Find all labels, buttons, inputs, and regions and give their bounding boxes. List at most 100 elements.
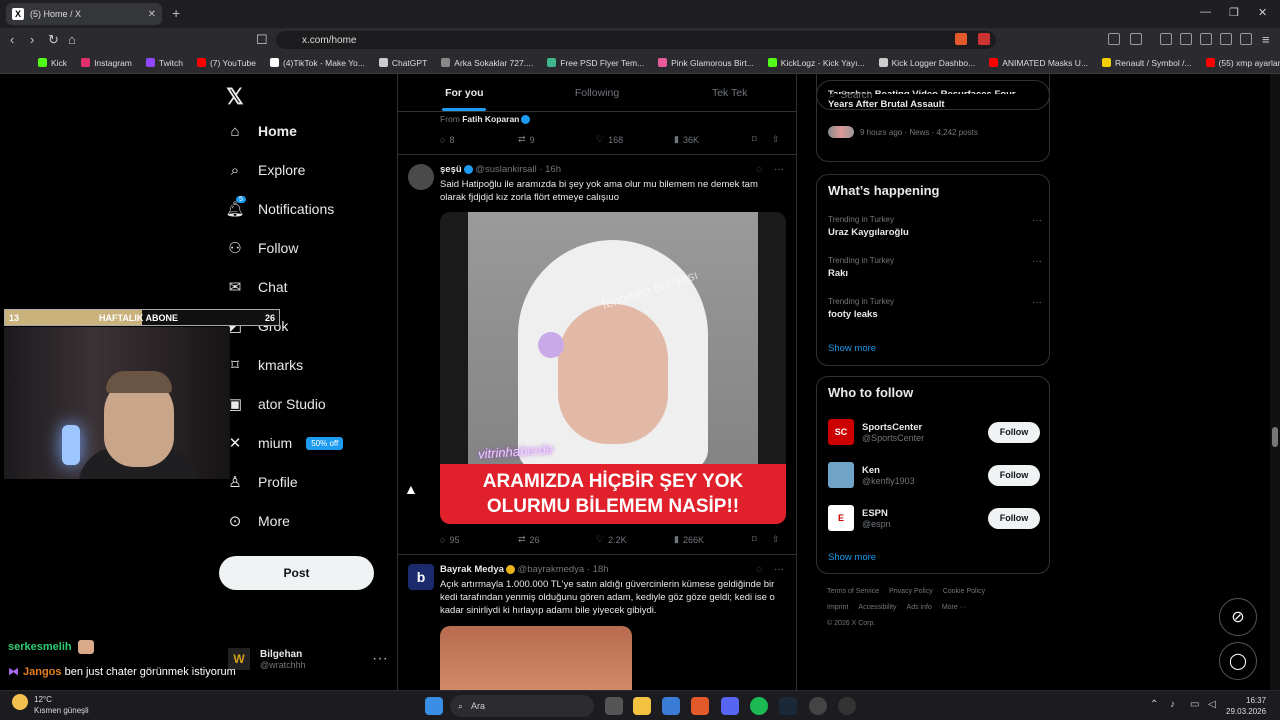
brave-rewards-icon[interactable] — [978, 33, 990, 45]
reply-button[interactable]: ○ 95 — [440, 534, 518, 545]
trend-item[interactable]: Trending in Turkey Uraz Kaygılaroğlu ··· — [828, 215, 1042, 238]
follow-suggestion[interactable]: E ESPN @espn Follow — [828, 503, 1040, 533]
leo-icon[interactable] — [1220, 33, 1232, 45]
steam-icon[interactable] — [779, 697, 797, 715]
trend-item[interactable]: Trending in Turkey footy leaks ··· — [828, 297, 1042, 320]
author-handle[interactable]: @bayrakmedya · 18h — [518, 564, 609, 575]
trend-item[interactable]: Trending in Turkey Rakı ··· — [828, 256, 1042, 279]
weather-widget[interactable]: 12°C Kısmen güneşli — [12, 694, 89, 716]
music-icon[interactable] — [1160, 33, 1172, 45]
file-explorer-icon[interactable] — [633, 697, 651, 715]
nav-item-premium[interactable]: ✕ mium 50% off — [226, 434, 344, 452]
from-author[interactable]: Fatih Koparan — [462, 114, 519, 124]
x-home-logo-icon[interactable]: 𝕏 — [226, 84, 244, 110]
nav-item-person[interactable]: ♙ Profile — [226, 473, 297, 491]
more-dots-icon[interactable]: ··· — [774, 564, 784, 575]
bookmark-item[interactable]: (4)TikTok - Make Yo... — [269, 58, 365, 68]
follow-suggestion[interactable]: SC SportsCenter @SportsCenter Follow — [828, 417, 1040, 447]
nav-item-mail[interactable]: ✉ Chat — [226, 278, 288, 296]
account-switcher[interactable]: W Bilgehan @wratchhh ··· — [228, 642, 388, 676]
post-button[interactable]: Post — [219, 556, 374, 590]
footer-link[interactable]: Terms of Service — [827, 588, 879, 595]
brave-browser-icon[interactable] — [691, 697, 709, 715]
follow-button[interactable]: Follow — [988, 421, 1040, 443]
bookmark-icon[interactable]: ⌑ — [752, 534, 772, 545]
more-dots-icon[interactable]: ··· — [1032, 256, 1042, 267]
search-input[interactable]: ⌕ Search — [816, 80, 1050, 110]
repost-button[interactable]: ⇄ 9 — [518, 134, 596, 145]
tab-close-icon[interactable]: ✕ — [148, 9, 156, 20]
views-button[interactable]: ▮ 266K — [674, 534, 752, 545]
bookmark-item[interactable]: Renault / Symbol /... — [1102, 58, 1192, 68]
new-tab-button[interactable]: + — [172, 5, 180, 21]
microphone-icon[interactable]: ♪ — [1170, 699, 1175, 710]
footer-link[interactable]: Accessibility — [858, 604, 896, 611]
avatar[interactable]: b — [408, 564, 434, 590]
vpn-icon[interactable] — [1240, 33, 1252, 45]
discord-icon[interactable] — [721, 697, 739, 715]
bookmark-item[interactable]: (7) YouTube — [196, 58, 256, 68]
reload-icon[interactable]: ↻ — [48, 32, 59, 48]
tab-tek-tek[interactable]: Tek Tek — [663, 74, 796, 111]
minimize-icon[interactable]: — — [1200, 6, 1211, 18]
more-dots-icon[interactable]: ··· — [774, 164, 784, 175]
forward-icon[interactable]: › — [30, 32, 34, 47]
bookmark-item[interactable]: Twitch — [145, 58, 183, 68]
messages-fab-icon[interactable]: ◯ — [1219, 642, 1257, 680]
more-dots-icon[interactable]: ··· — [1032, 297, 1042, 308]
footer-link[interactable]: More ··· — [942, 604, 967, 611]
footer-link[interactable]: Imprint — [827, 604, 848, 611]
like-button[interactable]: ♡ 2.2K — [596, 534, 674, 545]
obs-icon[interactable] — [838, 697, 856, 715]
author-name[interactable]: Bayrak Medya — [440, 564, 504, 575]
wallet-icon[interactable] — [1200, 33, 1212, 45]
grok-tweet-icon[interactable]: ◌ — [756, 164, 762, 175]
panel-icon[interactable] — [1180, 33, 1192, 45]
more-dots-icon[interactable]: ··· — [1032, 215, 1042, 226]
tweet-image[interactable] — [440, 626, 632, 690]
show-more-link[interactable]: Show more — [828, 343, 876, 354]
extensions-icon[interactable] — [1108, 33, 1120, 45]
scrollbar[interactable] — [1270, 74, 1280, 690]
nav-item-studio[interactable]: ▣ ator Studio — [226, 395, 326, 413]
author-name[interactable]: şeşü — [440, 164, 462, 175]
nav-item-home[interactable]: ⌂ Home — [226, 122, 296, 140]
address-input[interactable]: x.com/home — [276, 31, 996, 49]
home-page-icon[interactable]: ⌂ — [68, 32, 76, 47]
footer-link[interactable]: Privacy Policy — [889, 588, 933, 595]
bookmark-item[interactable]: Arka Sokaklar 727.... — [441, 58, 533, 68]
bookmark-item[interactable]: Pink Glamorous Birt... — [658, 58, 754, 68]
system-clock[interactable]: 16:37 29.03.2026 — [1226, 695, 1266, 717]
back-icon[interactable]: ‹ — [10, 32, 14, 47]
share-icon[interactable]: ⇧ — [772, 134, 780, 145]
spotify-icon[interactable] — [750, 697, 768, 715]
tweet-video[interactable]: fenomen dünyası vitrinhaberde ARAMIZDA H… — [440, 212, 786, 524]
reply-button[interactable]: ○ 8 — [440, 134, 518, 145]
bookmark-item[interactable]: Instagram — [81, 58, 132, 68]
nav-item-more-circle[interactable]: ⊙ More — [226, 512, 290, 530]
author-handle[interactable]: @suslankirsall · 16h — [475, 164, 561, 175]
network-icon[interactable]: ▭ — [1190, 699, 1199, 710]
footer-link[interactable]: Ads info — [907, 604, 932, 611]
store-icon[interactable] — [662, 697, 680, 715]
bookmark-icon[interactable]: ⌑ — [752, 134, 772, 145]
taskbar-search[interactable]: ⌕ Ara — [450, 695, 594, 717]
news-card[interactable]: Tangshan Beating Video Resurfaces Four Y… — [816, 64, 1050, 162]
browser-tab[interactable]: X (5) Home / X ✕ — [6, 3, 162, 25]
follow-button[interactable]: Follow — [988, 507, 1040, 529]
like-button[interactable]: ♡ 168 — [596, 134, 674, 145]
tab-for-you[interactable]: For you — [398, 74, 531, 111]
share-icon[interactable]: ⇧ — [772, 534, 780, 545]
bookmark-item[interactable]: ChatGPT — [378, 58, 427, 68]
follow-suggestion[interactable]: Ken @kenfly1903 Follow — [828, 460, 1040, 490]
volume-icon[interactable]: ◁ — [1208, 699, 1216, 710]
grok-fab-icon[interactable]: ⊘ — [1219, 598, 1257, 636]
nav-item-person-plus[interactable]: ⚇ Follow — [226, 239, 298, 257]
more-dots-icon[interactable]: ··· — [372, 650, 388, 668]
bookmark-item[interactable]: Kick — [38, 58, 67, 68]
nav-item-bookmark[interactable]: ⌑ kmarks — [226, 356, 303, 374]
bookmark-page-icon[interactable]: ☐ — [256, 32, 268, 48]
sidebar-icon[interactable] — [1130, 33, 1142, 45]
bookmark-item[interactable]: Free PSD Flyer Tem... — [547, 58, 644, 68]
grok-tweet-icon[interactable]: ◌ — [756, 564, 762, 575]
